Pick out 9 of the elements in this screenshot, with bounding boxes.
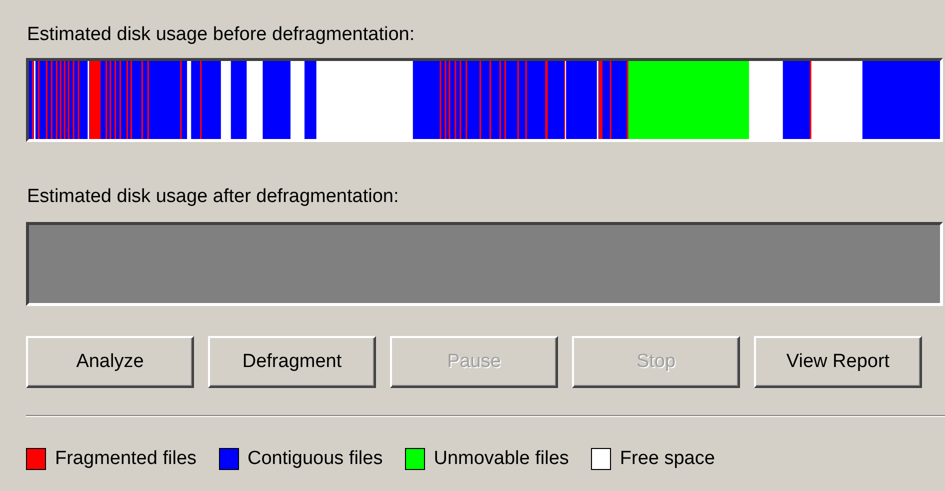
legend-label: Unmovable files bbox=[434, 448, 569, 470]
section-label: Estimated disk usage after defragmentation: bbox=[27, 186, 400, 208]
legend-label: Contiguous files bbox=[248, 448, 383, 470]
action-button[interactable]: View Report bbox=[754, 336, 922, 388]
legend-label: Free space bbox=[620, 448, 715, 470]
action-button[interactable]: Defragment bbox=[208, 336, 376, 388]
action-button[interactable]: Analyze bbox=[26, 336, 194, 388]
section-label: Estimated disk usage before defragmentation: bbox=[27, 24, 416, 46]
legend-label: Fragmented files bbox=[55, 448, 197, 470]
